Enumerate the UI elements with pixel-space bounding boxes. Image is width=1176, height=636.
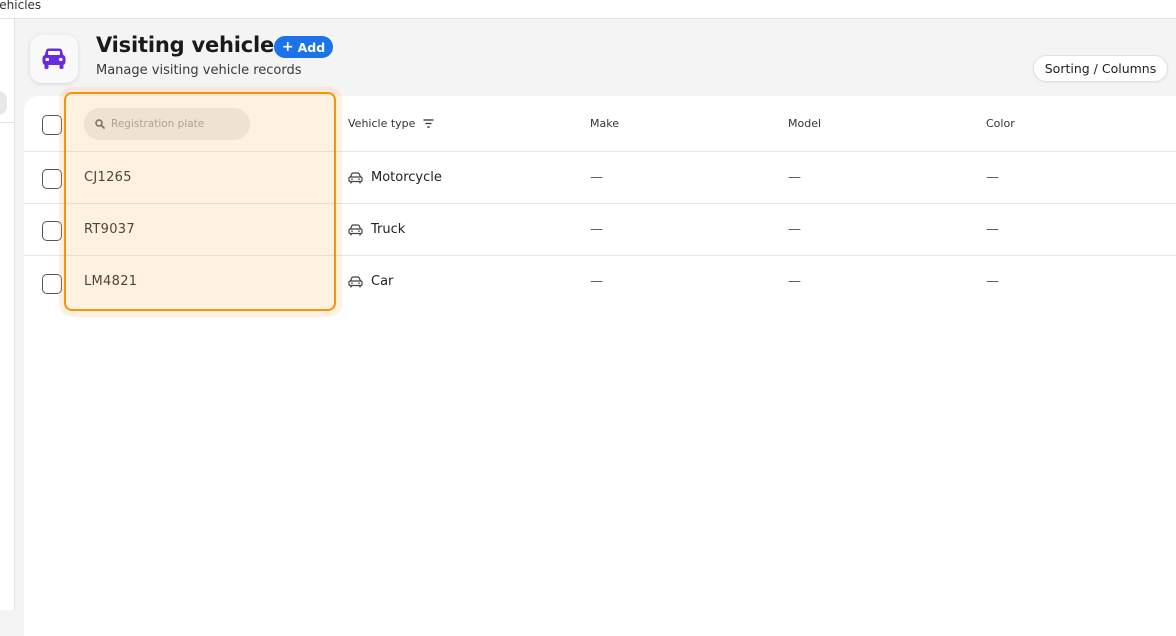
search-icon [95, 119, 105, 129]
row-checkbox[interactable] [42, 169, 62, 189]
column-label: Vehicle type [348, 117, 416, 130]
vehicle-type-label: Car [371, 274, 394, 289]
vehicle-type-cell: Car [348, 274, 393, 289]
vehicle-type-cell: Truck [348, 222, 405, 237]
sidebar-search-pill[interactable] [0, 91, 7, 115]
add-button-label: Add [297, 39, 326, 55]
row-divider [24, 255, 1176, 256]
model-cell: — [788, 222, 801, 237]
color-cell: — [986, 222, 999, 237]
sorting-columns-button[interactable]: Sorting / Columns [1033, 55, 1168, 82]
add-button[interactable]: + Add [274, 36, 333, 58]
column-header-model[interactable]: Model [788, 117, 821, 130]
registration-search[interactable] [84, 108, 250, 140]
car-icon [30, 35, 78, 83]
vehicle-type-cell: Motorcycle [348, 170, 442, 185]
registration-plate: RT9037 [84, 222, 135, 237]
registration-plate: LM4821 [84, 274, 138, 289]
make-cell: — [590, 222, 603, 237]
row-divider [24, 151, 1176, 152]
row-checkbox[interactable] [42, 221, 62, 241]
color-cell: — [986, 170, 999, 185]
column-header-vehicle-type[interactable]: Vehicle type [348, 117, 434, 130]
column-header-color[interactable]: Color [986, 117, 1015, 130]
page-title: Visiting vehicles [96, 33, 287, 57]
registration-plate-input[interactable] [111, 118, 241, 130]
top-bar: Vehicles [0, 0, 1176, 19]
make-cell: — [590, 274, 603, 289]
car-icon [348, 223, 363, 235]
plus-icon: + [281, 39, 294, 55]
model-cell: — [788, 170, 801, 185]
window-title: Vehicles [0, 0, 42, 12]
make-cell: — [590, 170, 603, 185]
car-icon [348, 171, 363, 183]
sidebar [0, 19, 15, 610]
vehicle-type-label: Truck [371, 222, 406, 237]
car-icon [348, 275, 363, 287]
filter-icon[interactable] [423, 119, 434, 128]
sidebar-divider [0, 122, 15, 123]
row-divider [24, 203, 1176, 204]
color-cell: — [986, 274, 999, 289]
select-all-checkbox[interactable] [42, 115, 62, 135]
vehicle-type-label: Motorcycle [371, 170, 442, 185]
page-subtitle: Manage visiting vehicle records [96, 63, 302, 78]
row-checkbox[interactable] [42, 274, 62, 294]
registration-plate: CJ1265 [84, 170, 132, 185]
model-cell: — [788, 274, 801, 289]
column-header-make[interactable]: Make [590, 117, 619, 130]
